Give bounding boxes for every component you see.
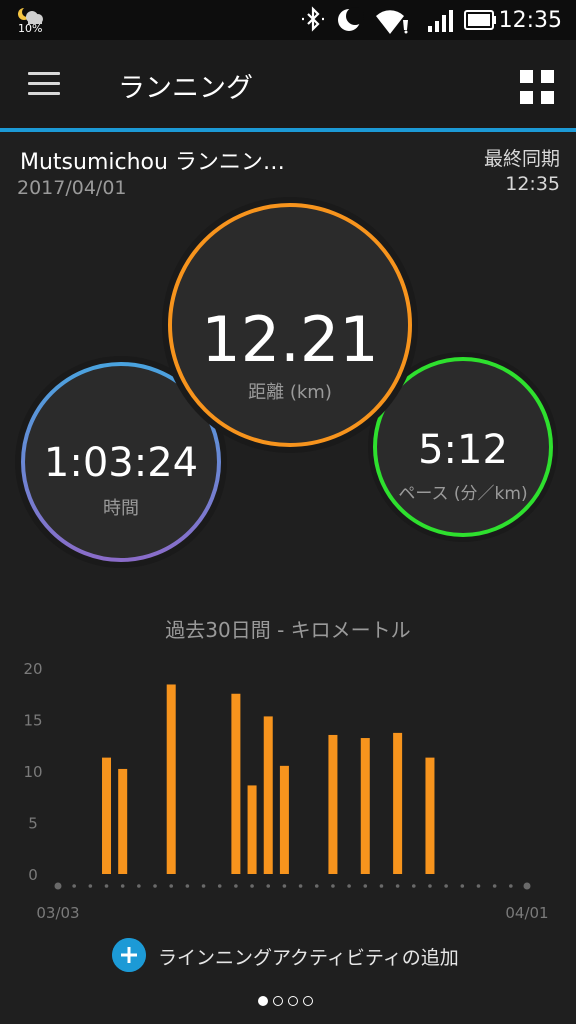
distance-value: 12.21 — [201, 303, 379, 376]
page-dot[interactable] — [288, 996, 298, 1006]
x-axis-dot — [363, 884, 368, 888]
x-axis-dot — [266, 884, 271, 888]
x-axis-dot — [509, 884, 513, 888]
x-axis-dot — [54, 882, 62, 890]
x-axis-dot — [217, 884, 222, 888]
y-tick-label: 10 — [23, 763, 42, 781]
pace-label: ペース (分／km) — [398, 484, 528, 504]
x-axis-dot — [104, 884, 109, 888]
x-axis-dot — [185, 884, 190, 888]
hamburger-menu-icon[interactable] — [28, 72, 60, 96]
status-bar: 10% 12:35 — [0, 0, 576, 40]
x-axis-dot — [395, 884, 400, 888]
pace-readout: 5:12 ペース (分／km) — [388, 427, 538, 504]
x-axis-dot — [250, 884, 254, 888]
page-dot[interactable] — [303, 996, 313, 1006]
battery-icon — [464, 10, 496, 30]
x-end-label: 04/01 — [505, 904, 548, 922]
x-axis-dot — [298, 884, 303, 888]
x-axis-dot — [201, 884, 206, 888]
x-axis-dot — [476, 884, 481, 888]
x-start-label: 03/03 — [36, 904, 79, 922]
x-axis-dot — [88, 884, 93, 888]
time-readout: 1:03:24 時間 — [36, 440, 206, 520]
last-sync-label: 最終同期 — [483, 148, 560, 170]
chart-bar[interactable] — [279, 765, 289, 874]
time-value: 1:03:24 — [43, 440, 199, 486]
y-tick-label: 20 — [23, 660, 42, 678]
x-axis-dot — [169, 884, 174, 888]
plus-icon — [112, 938, 146, 972]
chart-bar[interactable] — [393, 732, 403, 874]
pace-value: 5:12 — [418, 427, 508, 473]
distance-bar-chart[interactable]: 20 15 10 5 0 03/03 04/01 — [0, 650, 576, 930]
x-axis-dot — [234, 884, 238, 888]
chart-bar[interactable] — [102, 757, 112, 874]
chart-bar[interactable] — [263, 716, 273, 874]
chart-bar[interactable] — [360, 738, 370, 874]
distance-label: 距離 (km) — [248, 382, 332, 403]
app-bar: ランニング — [0, 40, 576, 128]
x-axis-dot — [331, 884, 335, 888]
x-axis-dot — [282, 884, 287, 888]
add-activity-label: ラインニングアクティビティの追加 — [158, 947, 459, 969]
x-axis-dot — [460, 884, 465, 888]
time-label: 時間 — [103, 498, 139, 519]
x-axis-dot — [444, 884, 448, 888]
x-axis-dot — [120, 884, 125, 888]
x-axis-dot — [428, 884, 432, 888]
page-dot[interactable] — [258, 996, 268, 1006]
status-icons — [302, 6, 496, 34]
distance-readout: 12.21 距離 (km) — [190, 303, 390, 404]
chart-bar[interactable] — [425, 757, 435, 874]
chart-bar[interactable] — [118, 768, 128, 874]
chart-bar[interactable] — [328, 734, 338, 874]
x-axis-dot — [72, 884, 76, 888]
status-time: 12:35 — [498, 8, 562, 33]
do-not-disturb-moon-icon — [338, 7, 364, 31]
y-tick-label: 0 — [28, 866, 38, 884]
signal-icon — [428, 10, 453, 32]
metric-circles: 12.21 距離 (km) 1:03:24 時間 5:12 ペース (分／km) — [0, 195, 576, 575]
x-axis-dot — [314, 884, 319, 888]
chart-title: 過去30日間 - キロメートル — [165, 618, 411, 642]
page-indicator — [258, 996, 318, 1010]
accent-divider — [0, 128, 576, 132]
y-tick-label: 15 — [23, 712, 42, 730]
page-title: ランニング — [118, 73, 253, 104]
x-axis-dot — [137, 884, 141, 888]
x-axis-dot — [347, 884, 351, 888]
chart-bar[interactable] — [247, 785, 257, 874]
x-axis-dot — [411, 884, 416, 888]
chart-bar[interactable] — [231, 693, 241, 874]
x-axis-dot — [379, 884, 384, 888]
y-tick-label: 5 — [28, 815, 38, 833]
last-sync-time: 12:35 — [505, 173, 560, 195]
x-axis-dot — [153, 884, 157, 888]
grid-icon[interactable] — [520, 70, 554, 104]
activity-name[interactable]: Mutsumichou ランニン… — [20, 144, 285, 176]
chart-bar[interactable] — [166, 684, 176, 874]
wifi-icon — [376, 10, 408, 34]
bluetooth-icon — [302, 6, 324, 32]
x-axis-dot — [492, 884, 497, 888]
x-axis-dot — [523, 882, 531, 890]
page-dot[interactable] — [273, 996, 283, 1006]
